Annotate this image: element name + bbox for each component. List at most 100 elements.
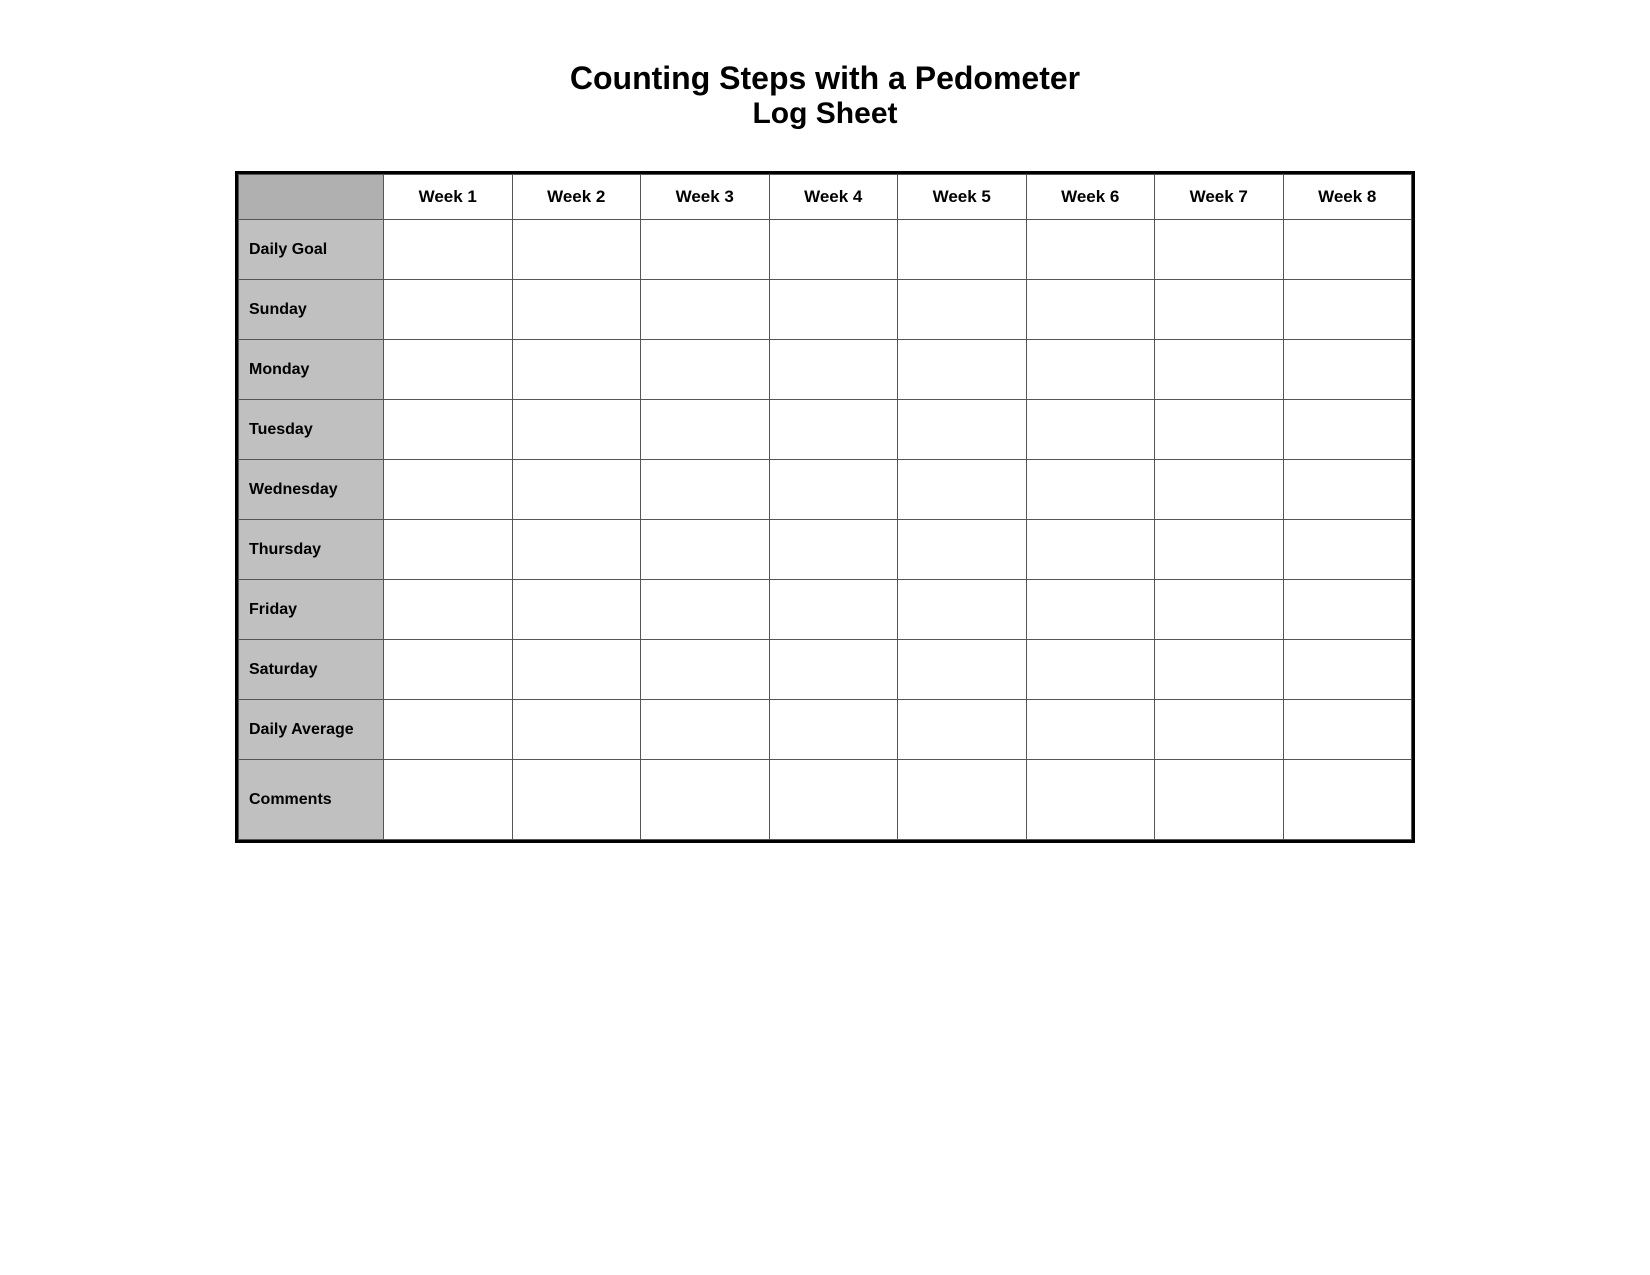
data-cell[interactable] [1155, 520, 1284, 580]
data-cell[interactable] [1283, 640, 1412, 700]
data-cell[interactable] [1155, 580, 1284, 640]
data-cell[interactable] [384, 700, 513, 760]
data-cell[interactable] [641, 220, 770, 280]
data-cell[interactable] [1283, 340, 1412, 400]
data-cell[interactable] [1026, 460, 1155, 520]
data-cell[interactable] [1026, 640, 1155, 700]
data-cell[interactable] [898, 400, 1027, 460]
data-cell[interactable] [769, 580, 898, 640]
row-label: Sunday [239, 280, 384, 340]
data-cell[interactable] [512, 700, 641, 760]
data-cell[interactable] [1283, 220, 1412, 280]
data-cell[interactable] [384, 340, 513, 400]
data-cell[interactable] [1026, 400, 1155, 460]
data-cell[interactable] [769, 520, 898, 580]
data-cell[interactable] [1155, 400, 1284, 460]
data-cell[interactable] [898, 760, 1027, 840]
data-cell[interactable] [1283, 460, 1412, 520]
main-title: Counting Steps with a Pedometer [570, 60, 1080, 97]
data-cell[interactable] [512, 520, 641, 580]
data-cell[interactable] [1155, 220, 1284, 280]
table-row: Tuesday [239, 400, 1412, 460]
data-cell[interactable] [641, 580, 770, 640]
data-cell[interactable] [1155, 280, 1284, 340]
data-cell[interactable] [512, 580, 641, 640]
data-cell[interactable] [512, 400, 641, 460]
data-cell[interactable] [384, 220, 513, 280]
data-cell[interactable] [898, 460, 1027, 520]
data-cell[interactable] [1155, 640, 1284, 700]
data-cell[interactable] [384, 760, 513, 840]
data-cell[interactable] [512, 280, 641, 340]
data-cell[interactable] [1283, 580, 1412, 640]
table-row: Monday [239, 340, 1412, 400]
data-cell[interactable] [1283, 760, 1412, 840]
data-cell[interactable] [512, 220, 641, 280]
header-week4: Week 4 [769, 175, 898, 220]
row-label: Daily Goal [239, 220, 384, 280]
data-cell[interactable] [512, 760, 641, 840]
table-row: Comments [239, 760, 1412, 840]
table-row: Daily Average [239, 700, 1412, 760]
data-cell[interactable] [898, 340, 1027, 400]
data-cell[interactable] [641, 760, 770, 840]
data-cell[interactable] [1026, 340, 1155, 400]
table-row: Sunday [239, 280, 1412, 340]
data-cell[interactable] [769, 700, 898, 760]
data-cell[interactable] [1026, 220, 1155, 280]
data-cell[interactable] [1026, 700, 1155, 760]
data-cell[interactable] [769, 340, 898, 400]
data-cell[interactable] [769, 460, 898, 520]
data-cell[interactable] [384, 400, 513, 460]
row-label: Monday [239, 340, 384, 400]
table-row: Saturday [239, 640, 1412, 700]
header-week2: Week 2 [512, 175, 641, 220]
header-week6: Week 6 [1026, 175, 1155, 220]
data-cell[interactable] [898, 220, 1027, 280]
data-cell[interactable] [1155, 700, 1284, 760]
data-cell[interactable] [1283, 700, 1412, 760]
data-cell[interactable] [769, 400, 898, 460]
data-cell[interactable] [1026, 580, 1155, 640]
data-cell[interactable] [1283, 280, 1412, 340]
data-cell[interactable] [384, 520, 513, 580]
data-cell[interactable] [1026, 520, 1155, 580]
table-row: Daily Goal [239, 220, 1412, 280]
data-cell[interactable] [641, 280, 770, 340]
data-cell[interactable] [641, 400, 770, 460]
page-title: Counting Steps with a Pedometer Log Shee… [570, 60, 1080, 131]
data-cell[interactable] [641, 640, 770, 700]
data-cell[interactable] [641, 520, 770, 580]
header-empty-cell [239, 175, 384, 220]
data-cell[interactable] [641, 340, 770, 400]
data-cell[interactable] [1283, 520, 1412, 580]
data-cell[interactable] [512, 340, 641, 400]
data-cell[interactable] [1155, 340, 1284, 400]
header-week3: Week 3 [641, 175, 770, 220]
data-cell[interactable] [769, 760, 898, 840]
header-week1: Week 1 [384, 175, 513, 220]
data-cell[interactable] [641, 700, 770, 760]
data-cell[interactable] [384, 280, 513, 340]
data-cell[interactable] [512, 460, 641, 520]
data-cell[interactable] [384, 640, 513, 700]
data-cell[interactable] [898, 520, 1027, 580]
data-cell[interactable] [1026, 280, 1155, 340]
data-cell[interactable] [898, 700, 1027, 760]
data-cell[interactable] [641, 460, 770, 520]
data-cell[interactable] [384, 460, 513, 520]
data-cell[interactable] [769, 640, 898, 700]
data-cell[interactable] [769, 220, 898, 280]
data-cell[interactable] [1155, 460, 1284, 520]
data-cell[interactable] [384, 580, 513, 640]
data-cell[interactable] [1155, 760, 1284, 840]
data-cell[interactable] [512, 640, 641, 700]
data-cell[interactable] [898, 640, 1027, 700]
table-row: Friday [239, 580, 1412, 640]
data-cell[interactable] [769, 280, 898, 340]
data-cell[interactable] [898, 280, 1027, 340]
data-cell[interactable] [898, 580, 1027, 640]
data-cell[interactable] [1283, 400, 1412, 460]
row-label: Saturday [239, 640, 384, 700]
data-cell[interactable] [1026, 760, 1155, 840]
